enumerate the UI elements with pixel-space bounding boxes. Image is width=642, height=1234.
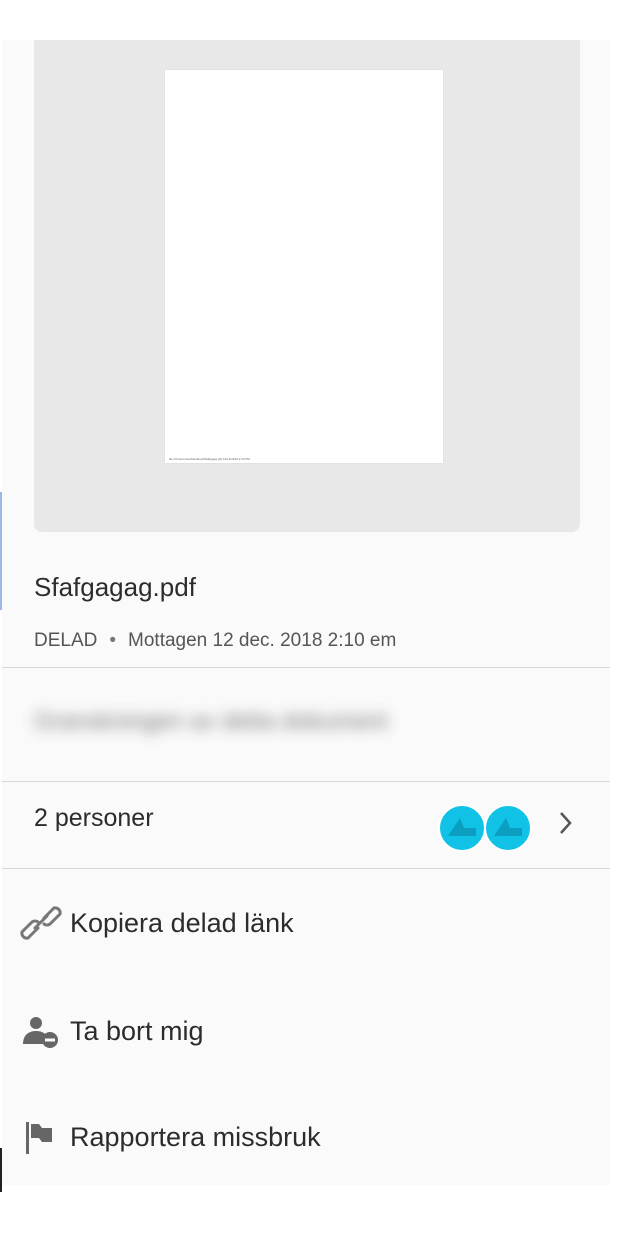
copy-shared-link-label: Kopiera delad länk [70,908,294,938]
avatar [484,804,532,852]
document-preview[interactable]: file:///Users/user/Desktop/Sfafgagag.pdf… [34,40,580,532]
divider [2,667,610,668]
avatar-placeholder-icon [448,818,476,836]
page-thumbnail: file:///Users/user/Desktop/Sfafgagag.pdf… [165,70,443,463]
link-icon [20,906,62,940]
document-details-panel: file:///Users/user/Desktop/Sfafgagag.pdf… [2,40,610,1185]
report-abuse-label: Rapportera missbruk [70,1122,321,1152]
remove-me-action[interactable]: Ta bort mig [2,1000,610,1060]
divider [2,868,610,869]
participants-count: 2 personer [34,804,154,832]
page-footer-text: file:///Users/user/Desktop/Sfafgagag.pdf… [169,457,250,461]
remove-me-label: Ta bort mig [70,1016,204,1046]
shared-status: DELAD [34,630,98,651]
flag-icon [26,1122,52,1154]
file-name: Sfafgagag.pdf [34,572,196,602]
participants-row[interactable]: 2 personer [2,782,610,868]
chevron-right-icon[interactable] [558,810,574,836]
copy-shared-link-action[interactable]: Kopiera delad länk [2,892,610,952]
blurred-message: Granskningen av detta dokument [34,708,388,735]
received-date: Mottagen 12 dec. 2018 2:10 em [128,630,397,651]
avatar-placeholder-icon [494,818,522,836]
report-abuse-action[interactable]: Rapportera missbruk [2,1106,610,1166]
file-meta: DELAD • Mottagen 12 dec. 2018 2:10 em [34,630,396,652]
remove-user-icon [23,1017,58,1048]
meta-separator: • [109,630,117,651]
avatar [438,804,486,852]
